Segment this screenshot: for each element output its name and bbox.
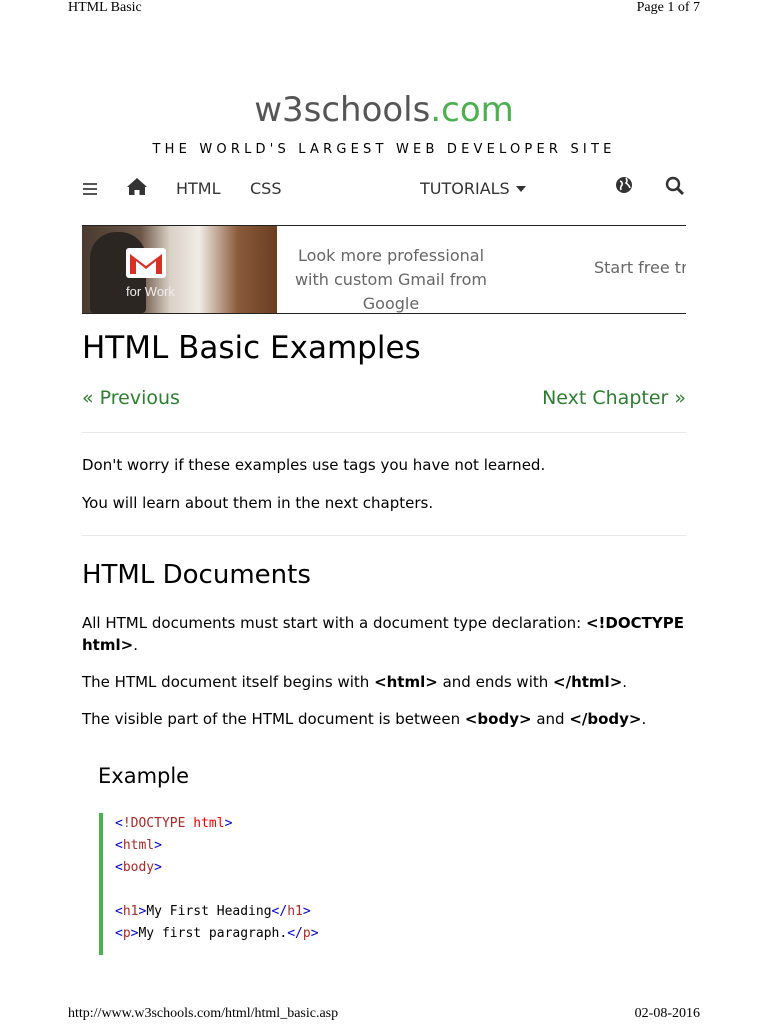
- bold-text: <body>: [464, 710, 532, 728]
- divider: [82, 535, 686, 536]
- gmail-logo-graphic: [130, 254, 162, 274]
- site-tagline: THE WORLD'S LARGEST WEB DEVELOPER SITE: [152, 142, 616, 157]
- menu-icon-graphic: [83, 183, 97, 195]
- section-paragraph-html: The HTML document itself begins with <ht…: [82, 671, 686, 693]
- nav-css-link[interactable]: CSS: [250, 172, 281, 206]
- code-tag-name: h1: [122, 904, 139, 919]
- page-title: HTML Basic Examples: [82, 330, 421, 366]
- code-tag-name: html: [122, 838, 155, 853]
- top-navbar: HTML CSS TUTORIALS: [82, 172, 686, 206]
- search-icon-graphic: [665, 176, 685, 196]
- divider: [82, 432, 686, 433]
- text: and ends with: [437, 673, 554, 691]
- home-icon[interactable]: [126, 172, 148, 206]
- globe-icon[interactable]: [614, 172, 634, 206]
- globe-icon-graphic: [616, 177, 632, 193]
- code-block: <!DOCTYPE html> <html> <body> <h1>My Fir…: [99, 813, 663, 955]
- code-line: <!DOCTYPE html>: [115, 813, 232, 835]
- code-attribute: html: [185, 816, 225, 831]
- section-paragraph-doctype: All HTML documents must start with a doc…: [82, 612, 686, 656]
- ad-image: for Work: [82, 226, 277, 313]
- code-tag-name: p: [302, 926, 311, 941]
- nav-html-link[interactable]: HTML: [176, 172, 221, 206]
- code-line: <html>: [115, 835, 162, 857]
- intro-paragraph-2: You will learn about them in the next ch…: [82, 494, 434, 512]
- caret-down-icon: [515, 186, 526, 192]
- text: The HTML document itself begins with: [82, 673, 375, 691]
- section-paragraph-body: The visible part of the HTML document is…: [82, 708, 686, 730]
- ad-image-caption: for Work: [126, 284, 175, 299]
- search-icon[interactable]: [664, 172, 686, 206]
- print-page-title: HTML Basic: [68, 0, 142, 15]
- ad-text: Look more professional with custom Gmail…: [294, 246, 488, 313]
- logo-name: w3schools: [254, 90, 431, 130]
- code-line: <body>: [115, 857, 162, 879]
- code-tag-bracket: </: [287, 926, 303, 941]
- code-tag-bracket: >: [310, 926, 319, 941]
- code-tag-bracket: <: [115, 838, 123, 853]
- intro-paragraph-1: Don't worry if these examples use tags y…: [82, 456, 546, 474]
- advertisement-banner[interactable]: for Work Look more professional with cus…: [82, 225, 686, 314]
- gmail-logo: [126, 248, 166, 278]
- bold-text: </html>: [553, 673, 623, 691]
- print-footer: http://www.w3schools.com/html/html_basic…: [68, 1006, 700, 1022]
- ad-cta-link[interactable]: Start free tr: [594, 258, 686, 277]
- logo-tld: .com: [430, 90, 514, 130]
- section-title: HTML Documents: [82, 560, 311, 590]
- example-title: Example: [98, 764, 190, 788]
- next-chapter-link[interactable]: Next Chapter »: [542, 387, 686, 409]
- text: .: [622, 673, 628, 691]
- code-tag-bracket: <: [115, 860, 123, 875]
- text: .: [641, 710, 647, 728]
- code-line: <p>My first paragraph.</p>: [115, 923, 319, 945]
- text: All HTML documents must start with a doc…: [82, 614, 586, 632]
- text: The visible part of the HTML document is…: [82, 710, 465, 728]
- code-text: My first paragraph.: [138, 926, 288, 941]
- code-tag-name: p: [122, 926, 131, 941]
- bold-text: </body>: [569, 710, 642, 728]
- example-box: Example <!DOCTYPE html> <html> <body> <h…: [82, 750, 686, 990]
- text: .: [133, 636, 138, 654]
- text: and: [531, 710, 570, 728]
- bold-text: <html>: [374, 673, 438, 691]
- code-tag-bracket: <: [115, 904, 123, 919]
- code-tag-bracket: >: [302, 904, 311, 919]
- site-logo[interactable]: w3schools.com: [0, 90, 768, 130]
- code-line: <h1>My First Heading</h1>: [115, 901, 311, 923]
- code-text: My First Heading: [146, 904, 272, 919]
- code-tag-name: body: [122, 860, 155, 875]
- print-date: 02-08-2016: [634, 1006, 700, 1021]
- menu-icon[interactable]: [82, 172, 98, 206]
- code-tag-bracket: <: [115, 816, 123, 831]
- previous-link[interactable]: « Previous: [82, 387, 180, 409]
- nav-tutorials-label: TUTORIALS: [420, 179, 510, 198]
- code-tag-name: h1: [287, 904, 303, 919]
- home-icon-graphic: [127, 178, 147, 195]
- code-tag-bracket: >: [154, 860, 162, 875]
- print-url: http://www.w3schools.com/html/html_basic…: [68, 1006, 339, 1021]
- code-tag-bracket: >: [154, 838, 162, 853]
- print-page-number: Page 1 of 7: [636, 0, 700, 15]
- code-tag-bracket: </: [271, 904, 288, 919]
- code-tag-bracket: >: [224, 816, 233, 831]
- code-doctype: !DOCTYPE: [122, 816, 186, 831]
- code-tag-bracket: <: [115, 926, 123, 941]
- print-header: HTML Basic Page 1 of 7: [68, 0, 700, 16]
- nav-tutorials-dropdown[interactable]: TUTORIALS: [420, 172, 527, 206]
